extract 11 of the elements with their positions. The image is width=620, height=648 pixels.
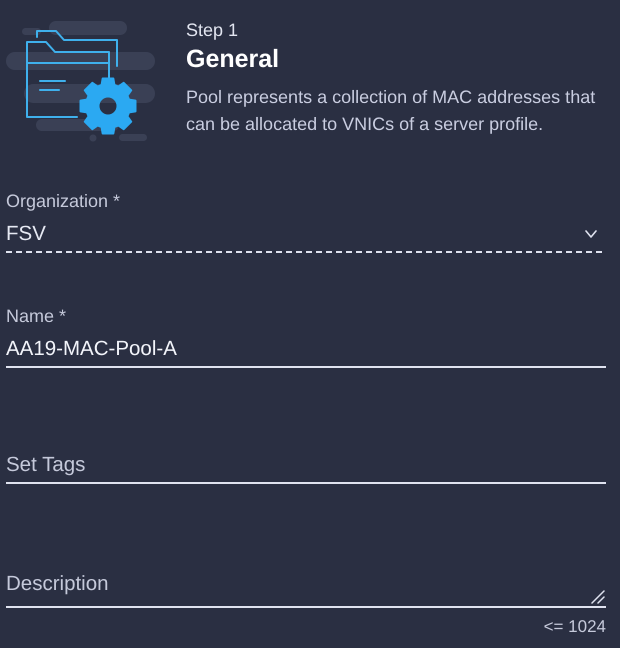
resize-handle-icon[interactable] bbox=[591, 590, 605, 604]
chevron-down-icon bbox=[585, 230, 597, 238]
description-text: Pool represents a collection of MAC addresses that can be allocated to VNICs of a server profile. bbox=[186, 86, 596, 136]
section-title: General bbox=[186, 44, 280, 74]
text-input[interactable]: AA19-MAC-Pool-A bbox=[6, 336, 606, 368]
text-input[interactable]: Set Tags bbox=[6, 452, 606, 484]
step-label: Step 1 bbox=[186, 19, 240, 41]
description-field[interactable]: Description bbox=[6, 571, 606, 608]
field-label: Name * bbox=[6, 305, 68, 327]
field-label: Organization * bbox=[6, 190, 122, 212]
character-counter: <= 1024 bbox=[544, 617, 606, 637]
